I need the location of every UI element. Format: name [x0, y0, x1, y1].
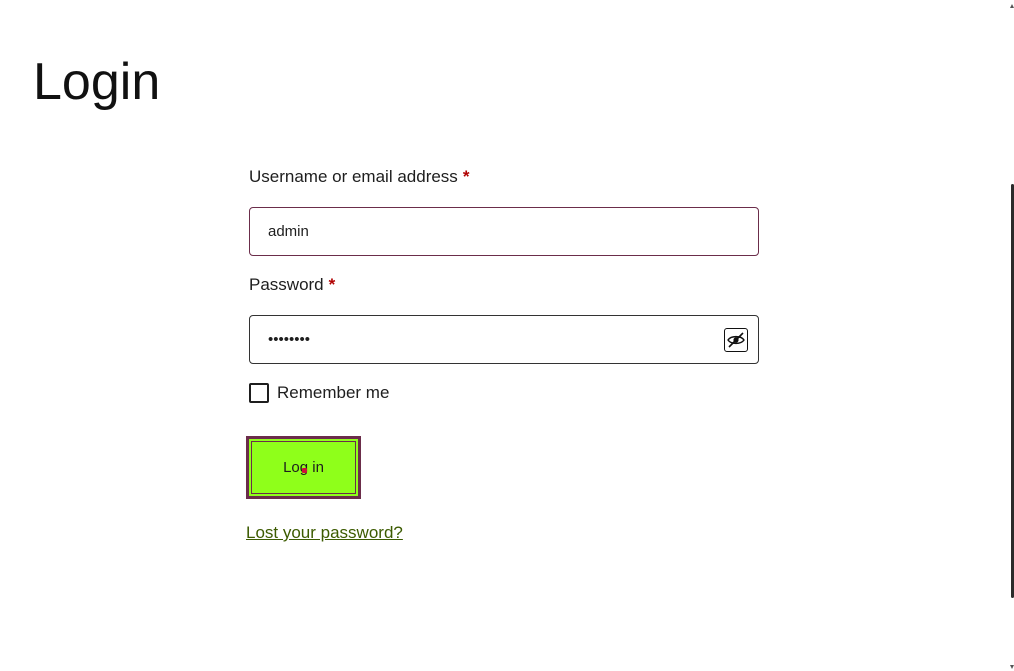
lost-password-link[interactable]: Lost your password? — [246, 522, 403, 544]
mouse-cursor-marker — [302, 468, 307, 473]
username-required-mark: * — [462, 167, 470, 186]
page-scrollbar[interactable] — [1009, 0, 1014, 671]
log-in-button[interactable]: Log in — [246, 436, 361, 499]
remember-me-checkbox[interactable] — [249, 383, 269, 403]
password-label: Password * — [249, 272, 335, 298]
scroll-up-arrow-icon[interactable] — [1010, 4, 1014, 8]
password-input[interactable] — [268, 330, 708, 350]
username-label: Username or email address * — [249, 164, 469, 190]
password-required-mark: * — [328, 275, 336, 294]
show-password-button[interactable] — [724, 328, 748, 352]
login-page: Login Username or email address* Passwor… — [0, 0, 1014, 671]
username-input[interactable] — [268, 222, 708, 242]
eye-slash-icon — [725, 329, 747, 351]
scroll-down-arrow-icon[interactable] — [1010, 665, 1014, 669]
password-label-text: Password — [249, 275, 324, 294]
page-title: Login — [33, 53, 161, 111]
username-label-text: Username or email address — [249, 167, 458, 186]
remember-me-label: Remember me — [277, 383, 390, 402]
password-field[interactable] — [249, 315, 759, 364]
username-field[interactable] — [249, 207, 759, 256]
